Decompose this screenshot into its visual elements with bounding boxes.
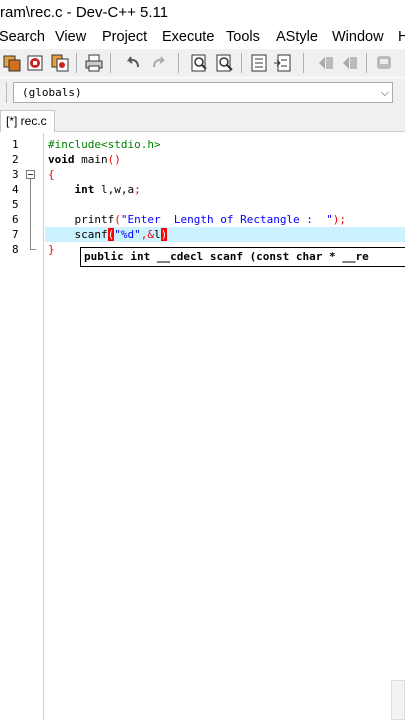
matched-close-paren: ): [160, 228, 168, 241]
undo-icon[interactable]: [124, 53, 144, 73]
toolbar: [0, 49, 405, 77]
address-operator: &: [147, 228, 154, 241]
open-paren: (: [114, 213, 121, 226]
run-icon[interactable]: [26, 53, 46, 73]
menu-bar: Search View Project Execute Tools AStyle…: [0, 26, 405, 48]
variable-l: l: [154, 228, 161, 241]
line-number-gutter: 1 2 3 4 5 6 7 8: [0, 133, 44, 720]
toolbar-separator: [178, 53, 179, 73]
code-editor[interactable]: #include<stdio.h> void main() { int l,w,…: [45, 133, 405, 720]
code-line-8: }: [48, 242, 55, 257]
line-number: 4: [12, 183, 19, 196]
tab-rec-c[interactable]: [*] rec.c: [0, 110, 55, 132]
toolbar-separator: [110, 53, 111, 73]
replace-icon[interactable]: [215, 53, 235, 73]
toolbar-separator: [241, 53, 242, 73]
goto-back-icon[interactable]: [316, 53, 336, 73]
preprocessor-include: #include<stdio.h>: [48, 138, 161, 151]
find-icon[interactable]: [190, 53, 210, 73]
close-brace: }: [48, 243, 55, 256]
parens: (): [107, 153, 121, 166]
menu-view[interactable]: View: [55, 26, 86, 48]
keyword-void: void: [48, 153, 75, 166]
editor-tabbar: [*] rec.c: [0, 108, 405, 132]
line-number: 6: [12, 213, 19, 226]
scope-select[interactable]: (globals) ⌵: [13, 82, 393, 103]
chevron-down-icon[interactable]: ⌵: [381, 83, 389, 102]
string-literal: "Enter Length of Rectangle : ": [120, 213, 333, 226]
line-number: 7: [12, 228, 19, 241]
compile-icon[interactable]: [2, 53, 22, 73]
compile-run-icon[interactable]: [50, 53, 70, 73]
scope-select-value: (globals): [22, 86, 82, 99]
fold-toggle-icon[interactable]: [26, 170, 35, 179]
line-number: 5: [12, 198, 19, 211]
menu-window[interactable]: Window: [332, 26, 384, 48]
function-scanf: scanf: [74, 228, 108, 241]
identifier-main: main: [74, 153, 108, 166]
menu-tools[interactable]: Tools: [226, 26, 260, 48]
line-number: 2: [12, 153, 19, 166]
title-bar: ram\rec.c - Dev-C++ 5.11: [0, 0, 405, 26]
line-number: 3: [12, 168, 19, 181]
indent-icon[interactable]: [249, 53, 269, 73]
menu-help[interactable]: H: [398, 26, 405, 48]
line-number: 8: [12, 243, 19, 256]
code-line-7: scanf("%d",&l): [48, 227, 168, 242]
menu-execute[interactable]: Execute: [162, 26, 214, 48]
menu-astyle[interactable]: AStyle: [276, 26, 318, 48]
semicolon: ;: [134, 183, 141, 196]
scrollbar-corner: [391, 680, 405, 720]
toolbar-separator: [366, 53, 367, 73]
open-brace: {: [48, 168, 55, 181]
fold-guide-line: [30, 179, 31, 249]
bookmark-icon[interactable]: [374, 53, 394, 73]
format-string: "%d": [114, 228, 141, 241]
print-icon[interactable]: [84, 53, 104, 73]
code-line-4: int l,w,a;: [48, 182, 141, 197]
function-printf: printf: [74, 213, 115, 226]
code-line-3: {: [48, 167, 55, 182]
function-signature-tooltip: public int __cdecl scanf (const char * _…: [80, 247, 405, 267]
code-line-2: void main(): [48, 152, 121, 167]
close-paren-semicolon: );: [332, 213, 347, 226]
window-title: ram\rec.c - Dev-C++ 5.11: [0, 4, 169, 21]
scope-toolbar: (globals) ⌵: [0, 78, 405, 108]
keyword-int: int: [74, 183, 95, 196]
code-line-6: printf("Enter Length of Rectangle : ");: [48, 212, 347, 227]
variable-list: l,w,a: [94, 183, 135, 196]
menu-search[interactable]: Search: [0, 26, 45, 48]
menu-project[interactable]: Project: [102, 26, 147, 48]
toolbar-grip: [0, 82, 7, 103]
fold-end-marker: [30, 249, 36, 250]
line-number: 1: [12, 138, 19, 151]
unindent-icon[interactable]: [273, 53, 293, 73]
toolbar-separator: [76, 53, 77, 73]
goto-forward-icon[interactable]: [340, 53, 360, 73]
tooltip-text: public int __cdecl scanf (const char * _…: [84, 250, 369, 263]
redo-icon[interactable]: [148, 53, 168, 73]
toolbar-separator: [303, 53, 304, 73]
code-line-1: #include<stdio.h>: [48, 137, 161, 152]
